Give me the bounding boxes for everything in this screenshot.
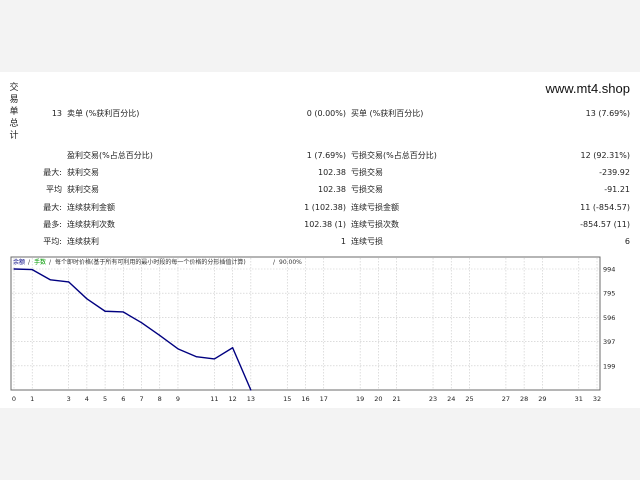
x-tick-label: 11 <box>210 395 218 403</box>
legend-quality: 90.00% <box>279 259 302 266</box>
x-tick-label: 1 <box>30 395 34 403</box>
largest-loss-label: 亏损交易 <box>351 168 383 177</box>
average-profit-value: 102.38 <box>318 185 346 194</box>
y-tick-label: 199 <box>603 362 615 370</box>
x-axis-ticks: 0 1 3 4 5 6 7 8 9 11 12 13 15 16 17 19 20 21 23 24 25 27 28 29 3… <box>12 395 601 403</box>
total-trades-count: 13 <box>51 109 62 118</box>
row-prefix: 最多: <box>43 220 62 229</box>
x-tick-label: 29 <box>538 395 546 403</box>
x-tick-label: 7 <box>139 395 143 403</box>
y-axis-ticks: 994 795 596 397 199 <box>603 266 615 371</box>
long-trades-label: 买单 (%获利百分比) <box>351 109 424 118</box>
x-tick-label: 5 <box>103 395 107 403</box>
max-consecutive-profit-label: 连续获利次数 <box>67 220 115 229</box>
row-prefix: 最大: <box>43 168 62 177</box>
largest-profit-value: 102.38 <box>318 168 346 177</box>
x-tick-label: 32 <box>593 395 601 403</box>
max-consecutive-loss-label: 连续亏损次数 <box>351 220 399 229</box>
average-consecutive-losses-value: 6 <box>624 237 630 246</box>
average-loss-label: 亏损交易 <box>351 185 383 194</box>
balance-point <box>177 348 179 350</box>
x-tick-label: 31 <box>575 395 583 403</box>
largest-loss-value: -239.92 <box>599 168 630 177</box>
y-tick-label: 596 <box>603 314 615 322</box>
balance-point <box>140 322 143 324</box>
average-loss-value: -91.21 <box>604 185 630 194</box>
profit-trades-label: 盈利交易(%占总百分比) <box>67 151 153 160</box>
balance-point <box>49 279 52 281</box>
x-tick-label: 25 <box>465 395 473 403</box>
legend-description: 每个即时价格(基于所有可利用的最小时段的每一个价格的分形插值计算) <box>55 258 246 266</box>
average-consecutive-wins-label: 连续获利 <box>67 237 99 246</box>
max-consecutive-wins-value: 1 (102.38) <box>304 203 346 212</box>
report-side-title: 交 易 单 总 计 <box>9 82 19 142</box>
balance-point <box>68 281 70 283</box>
legend-lots-label: 手数 <box>34 258 46 266</box>
average-consecutive-wins-value: 1 <box>340 237 346 246</box>
balance-point <box>31 269 33 271</box>
x-tick-label: 17 <box>320 395 328 403</box>
average-consecutive-losses-label: 连续亏损 <box>351 237 383 246</box>
balance-point <box>104 310 106 312</box>
row-prefix: 平均 <box>46 185 62 194</box>
short-trades-label: 卖单 (%获利百分比) <box>67 109 140 118</box>
x-tick-label: 27 <box>502 395 510 403</box>
legend-balance-label: 余额 <box>13 258 25 266</box>
side-title-char: 计 <box>9 131 19 141</box>
loss-trades-label: 亏损交易(%占总百分比) <box>351 151 437 160</box>
x-tick-label: 19 <box>356 395 364 403</box>
side-title-char: 交 <box>9 83 19 93</box>
row-prefix: 平均: <box>43 237 62 246</box>
max-consecutive-wins-label: 连续获利金额 <box>67 203 115 212</box>
x-tick-label: 23 <box>429 395 437 403</box>
loss-trades-value: 12 (92.31%) <box>580 151 630 160</box>
y-tick-label: 994 <box>603 266 615 274</box>
y-tick-label: 397 <box>603 338 615 346</box>
x-tick-label: 3 <box>67 395 71 403</box>
x-tick-label: 16 <box>301 395 309 403</box>
x-tick-label: 15 <box>283 395 291 403</box>
max-consecutive-profit-value: 102.38 (1) <box>304 220 346 229</box>
max-consecutive-losses-value: 11 (-854.57) <box>580 203 630 212</box>
x-tick-label: 8 <box>158 395 162 403</box>
balance-chart-svg: 0 1 3 4 5 6 7 8 9 11 12 13 15 16 17 19 20 21 23 24 25 27 28 29 3… <box>10 256 615 403</box>
balance-point <box>195 356 197 358</box>
balance-point <box>232 347 234 349</box>
x-tick-label: 12 <box>228 395 236 403</box>
x-tick-label: 6 <box>121 395 125 403</box>
x-tick-label: 0 <box>12 395 16 403</box>
max-consecutive-loss-value: -854.57 (11) <box>580 220 630 229</box>
x-tick-label: 4 <box>85 395 89 403</box>
balance-chart: 0 1 3 4 5 6 7 8 9 11 12 13 15 16 17 19 20 21 23 24 25 27 28 29 3… <box>0 255 640 408</box>
x-tick-label: 21 <box>392 395 400 403</box>
largest-profit-label: 获利交易 <box>67 168 99 177</box>
balance-point <box>86 298 88 300</box>
x-tick-label: 13 <box>247 395 255 403</box>
balance-point <box>159 334 161 337</box>
side-title-char: 单 <box>9 107 19 117</box>
balance-point <box>13 268 15 270</box>
side-title-char: 总 <box>9 119 19 129</box>
max-consecutive-losses-label: 连续亏损金额 <box>351 203 399 212</box>
average-profit-label: 获利交易 <box>67 185 99 194</box>
balance-point <box>250 389 252 391</box>
y-tick-label: 795 <box>603 290 615 298</box>
profit-trades-value: 1 (7.69%) <box>306 151 346 160</box>
watermark-text: www.mt4.shop <box>545 81 630 96</box>
row-prefix: 最大: <box>43 203 62 212</box>
x-tick-label: 28 <box>520 395 528 403</box>
balance-point <box>122 311 124 313</box>
x-tick-label: 20 <box>374 395 382 403</box>
short-trades-value: 0 (0.00%) <box>306 109 346 118</box>
long-trades-value: 13 (7.69%) <box>585 109 630 118</box>
x-tick-label: 9 <box>176 395 180 403</box>
balance-point <box>213 358 216 360</box>
side-title-char: 易 <box>9 95 19 105</box>
x-tick-label: 24 <box>447 395 455 403</box>
